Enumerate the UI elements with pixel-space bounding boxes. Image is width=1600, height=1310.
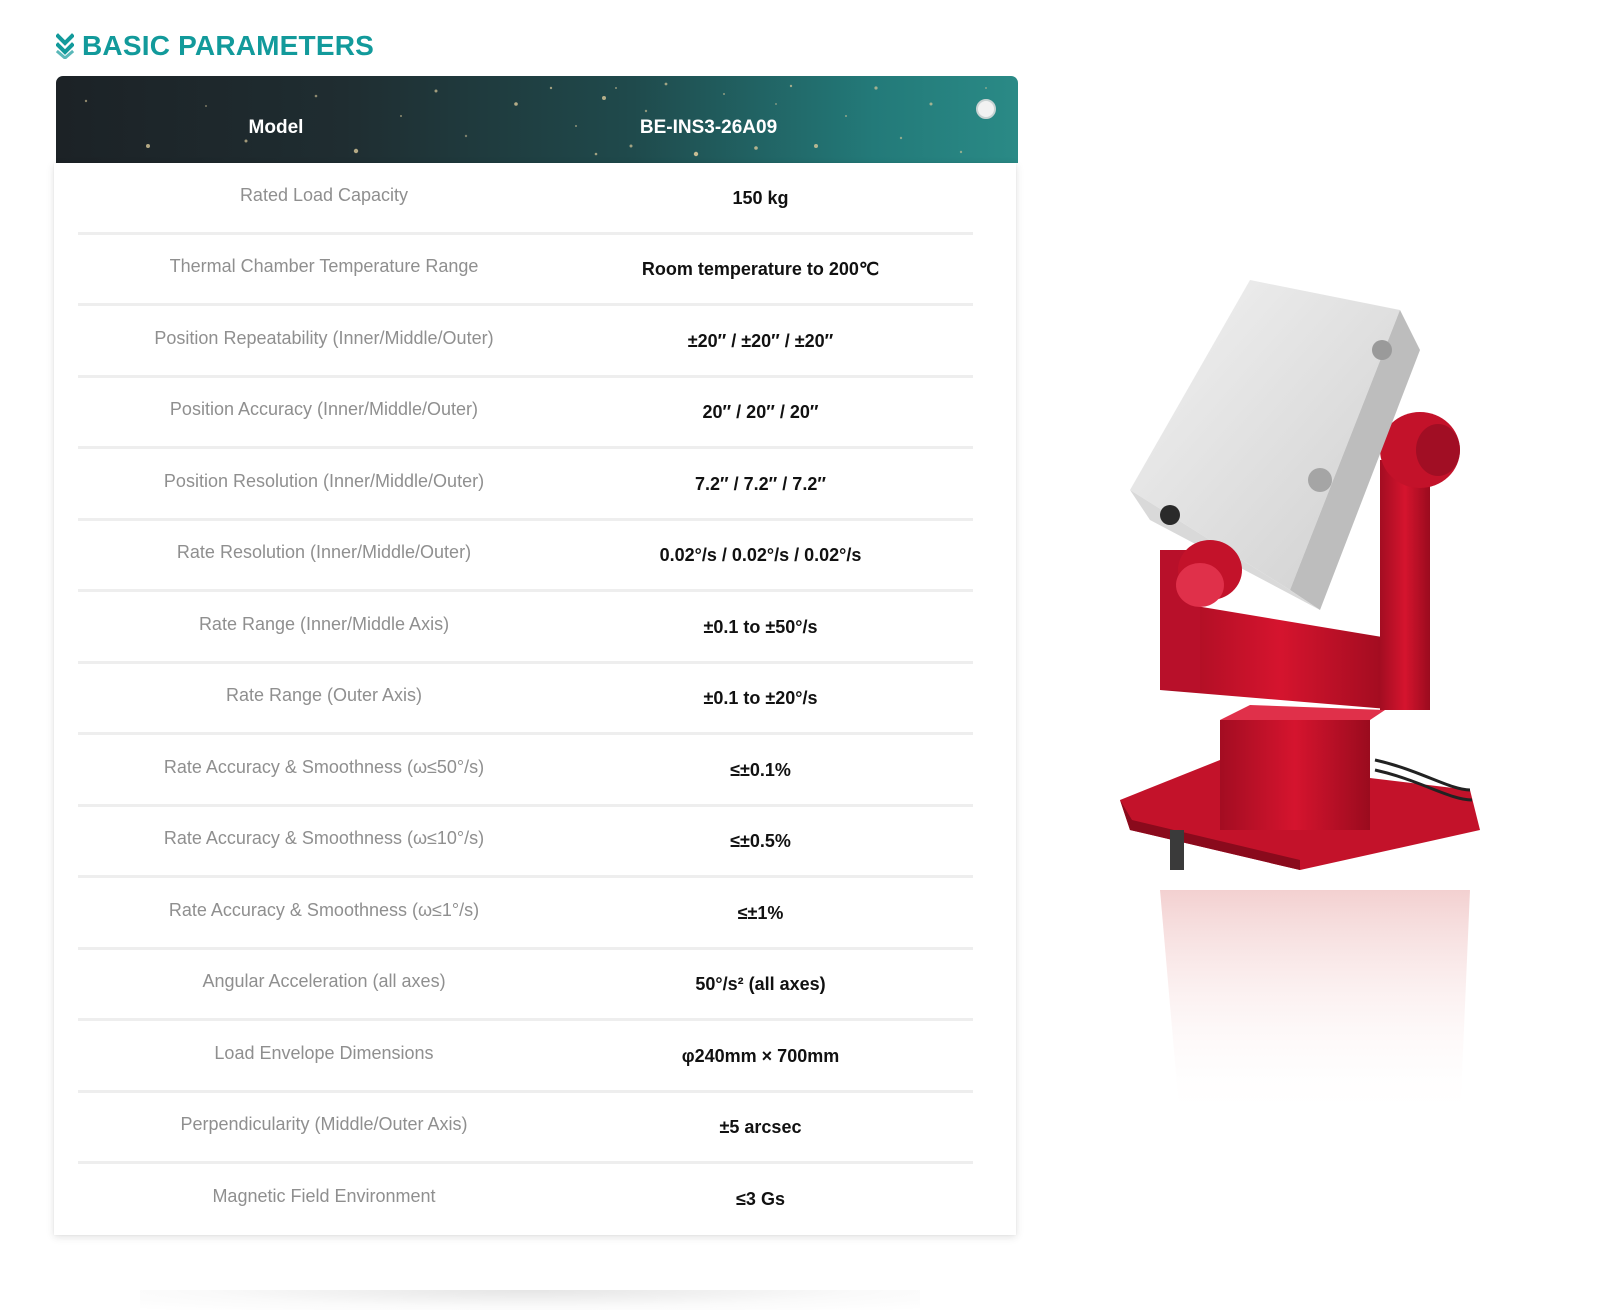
param-label: Position Repeatability (Inner/Middle/Out…: [154, 327, 494, 348]
param-label: Rate Accuracy & Smoothness (ω≤10°/s): [163, 828, 485, 848]
page: BASIC PARAMETERS Model BE-INS3-26A09 Rat…: [0, 0, 1600, 1310]
param-label: Rate Resolution (Inner/Middle/Outer): [176, 542, 472, 562]
table-row: Load Envelope Dimensions φ240mm × 700mm: [78, 1021, 973, 1093]
double-chevron-down-icon: [56, 33, 74, 59]
param-label: Perpendicularity (Middle/Outer Axis): [180, 1114, 468, 1134]
table-row: Angular Acceleration (all axes) 50°/s² (…: [78, 950, 973, 1021]
table-row: Rate Accuracy & Smoothness (ω≤1°/s) ≤±1%: [78, 878, 973, 950]
param-value: ≤±1%: [737, 902, 784, 923]
param-value: ≤±0.1%: [730, 759, 791, 780]
param-value: φ240mm × 700mm: [681, 1045, 840, 1066]
bottom-shadow-decoration: [140, 1290, 920, 1310]
param-label: Rated Load Capacity: [239, 184, 409, 205]
param-value: ±0.1 to ±50°/s: [703, 616, 818, 637]
turntable-product-image: [1120, 280, 1480, 1120]
parameters-table: Rated Load Capacity 150 kg Thermal Chamb…: [54, 163, 1016, 1235]
param-label: Magnetic Field Environment: [212, 1185, 436, 1206]
table-row: Rate Range (Outer Axis) ±0.1 to ±20°/s: [78, 664, 973, 735]
param-value: ±20″ / ±20″ / ±20″: [687, 330, 834, 351]
param-label: Rate Accuracy & Smoothness (ω≤50°/s): [163, 756, 485, 777]
param-value: 20″ / 20″ / 20″: [702, 402, 819, 422]
param-value: ≤±0.5%: [730, 831, 791, 851]
table-row: Position Accuracy (Inner/Middle/Outer) 2…: [78, 378, 973, 449]
header-model-label: Model: [248, 116, 304, 138]
table-row: Perpendicularity (Middle/Outer Axis) ±5 …: [78, 1093, 973, 1164]
table-row: Position Resolution (Inner/Middle/Outer)…: [78, 449, 973, 521]
param-value: Room temperature to 200℃: [641, 259, 880, 279]
param-value: 0.02°/s / 0.02°/s / 0.02°/s: [659, 545, 862, 565]
param-label: Rate Range (Outer Axis): [225, 685, 423, 705]
table-row: Rate Range (Inner/Middle Axis) ±0.1 to ±…: [78, 592, 973, 664]
table-row: Magnetic Field Environment ≤3 Gs: [78, 1164, 973, 1236]
table-row: Thermal Chamber Temperature Range Room t…: [78, 235, 973, 306]
param-label: Thermal Chamber Temperature Range: [169, 256, 479, 276]
table-row: Rated Load Capacity 150 kg: [78, 163, 973, 235]
parameters-rows: Rated Load Capacity 150 kg Thermal Chamb…: [78, 163, 973, 1236]
section-title: BASIC PARAMETERS: [82, 30, 375, 61]
section-heading: BASIC PARAMETERS: [56, 32, 374, 60]
param-value: ≤3 Gs: [736, 1188, 785, 1209]
param-value: ±0.1 to ±20°/s: [703, 688, 818, 708]
table-row: Rate Accuracy & Smoothness (ω≤50°/s) ≤±0…: [78, 735, 973, 807]
table-row: Rate Resolution (Inner/Middle/Outer) 0.0…: [78, 521, 973, 592]
param-label: Position Resolution (Inner/Middle/Outer): [163, 470, 485, 491]
param-label: Rate Range (Inner/Middle Axis): [198, 613, 450, 634]
param-label: Angular Acceleration (all axes): [202, 971, 446, 991]
param-label: Position Accuracy (Inner/Middle/Outer): [169, 399, 479, 419]
param-value: ±5 arcsec: [719, 1117, 802, 1137]
param-label: Rate Accuracy & Smoothness (ω≤1°/s): [168, 899, 480, 920]
param-value: 50°/s² (all axes): [695, 974, 826, 994]
param-value: 150 kg: [732, 187, 789, 208]
header-circle-icon: [976, 99, 996, 119]
param-label: Load Envelope Dimensions: [214, 1042, 434, 1063]
table-row: Rate Accuracy & Smoothness (ω≤10°/s) ≤±0…: [78, 807, 973, 878]
header-model-value: BE-INS3-26A09: [639, 116, 778, 138]
param-value: 7.2″ / 7.2″ / 7.2″: [695, 473, 826, 494]
table-header: Model BE-INS3-26A09: [56, 76, 1018, 163]
table-row: Position Repeatability (Inner/Middle/Out…: [78, 306, 973, 378]
